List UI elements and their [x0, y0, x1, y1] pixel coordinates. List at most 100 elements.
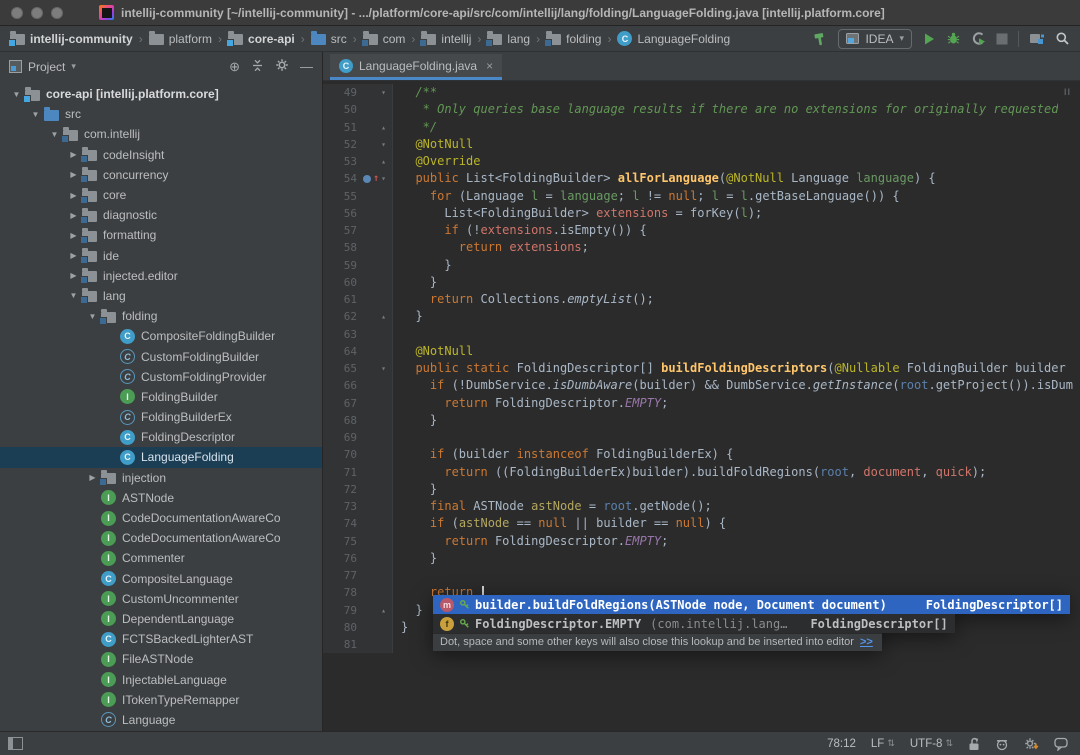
code-text[interactable] — [393, 326, 401, 343]
tree-item-injected-editor[interactable]: ▶ injected.editor — [0, 266, 322, 286]
tree-item-injection[interactable]: ▶ injection — [0, 468, 322, 488]
gutter-line-number[interactable]: 51 — [323, 119, 361, 136]
tree-item-diagnostic[interactable]: ▶ diagnostic — [0, 205, 322, 225]
fold-marker-icon[interactable]: ▾ — [381, 84, 386, 101]
tree-item-foldingbuilderex[interactable]: C FoldingBuilderEx — [0, 407, 322, 427]
code-text[interactable]: return Collections.emptyList(); — [393, 291, 654, 308]
gutter-line-number[interactable]: 50 — [323, 101, 361, 118]
fold-marker-icon[interactable]: ▴ — [381, 153, 386, 170]
fold-marker-icon[interactable]: ▴ — [381, 308, 386, 325]
fold-marker-icon[interactable]: ▾ — [381, 360, 386, 377]
code-text[interactable]: } — [393, 412, 437, 429]
tree-item-commenter[interactable]: I Commenter — [0, 548, 322, 568]
debug-button[interactable] — [946, 31, 961, 46]
tree-item-dependentlanguage[interactable]: I DependentLanguage — [0, 609, 322, 629]
gutter-line-number[interactable]: 55 — [323, 188, 361, 205]
gutter-line-number[interactable]: 52 — [323, 136, 361, 153]
tree-item-formatting[interactable]: ▶ formatting — [0, 225, 322, 245]
gutter-line-number[interactable]: 63 — [323, 326, 361, 343]
gutter-line-number[interactable]: 75 — [323, 533, 361, 550]
code-text[interactable]: @Override — [393, 153, 480, 170]
breadcrumb-item-com[interactable]: com — [360, 31, 408, 47]
search-everywhere-button[interactable] — [1055, 31, 1070, 46]
project-structure-button[interactable] — [1029, 31, 1045, 46]
tree-item-foldingdescriptor[interactable]: C FoldingDescriptor — [0, 427, 322, 447]
gutter-line-number[interactable]: 72 — [323, 481, 361, 498]
code-text[interactable]: public static FoldingDescriptor[] buildF… — [393, 360, 1065, 377]
code-text[interactable]: * Only queries base language results if … — [393, 101, 1059, 118]
gutter-line-number[interactable]: 79 — [323, 602, 361, 619]
gutter-line-number[interactable]: 81 — [323, 636, 361, 653]
close-window-button[interactable] — [11, 6, 23, 19]
gutter-line-number[interactable]: 73 — [323, 498, 361, 515]
breadcrumb-item-intellij-community[interactable]: intellij-community — [8, 31, 135, 47]
gutter-line-number[interactable]: 68 — [323, 412, 361, 429]
gutter-line-number[interactable]: 80 — [323, 619, 361, 636]
completion-item[interactable]: m builder.buildFoldRegions(ASTNode node, … — [433, 595, 1070, 614]
code-text[interactable]: for (Language l = language; l != null; l… — [393, 188, 900, 205]
tree-item-itokentyperemapper[interactable]: I ITokenTypeRemapper — [0, 690, 322, 710]
encoding-widget[interactable]: UTF-8 ⇅ — [910, 738, 953, 750]
completion-hint-link[interactable]: >> — [860, 636, 873, 648]
tree-item-codedocumentationawareco[interactable]: I CodeDocumentationAwareCo — [0, 508, 322, 528]
code-text[interactable] — [393, 567, 401, 584]
breadcrumb-item-folding[interactable]: folding — [544, 31, 603, 47]
gutter-line-number[interactable]: 59 — [323, 257, 361, 274]
tree-item-languagefolding[interactable]: C LanguageFolding — [0, 447, 322, 468]
code-text[interactable]: } — [393, 619, 408, 636]
hide-panel-button[interactable]: — — [300, 60, 313, 73]
tree-item-customuncommenter[interactable]: I CustomUncommenter — [0, 589, 322, 609]
breadcrumb-item-languagefolding[interactable]: C LanguageFolding — [615, 30, 732, 47]
gutter-line-number[interactable]: 60 — [323, 274, 361, 291]
code-text[interactable]: return FoldingDescriptor.EMPTY; — [393, 395, 668, 412]
code-text[interactable]: if (astNode == null || builder == null) … — [393, 515, 726, 532]
build-hammer-icon[interactable] — [812, 31, 828, 47]
code-text[interactable]: } — [393, 481, 437, 498]
close-tab-icon[interactable]: × — [486, 59, 493, 73]
code-text[interactable]: public List<FoldingBuilder> allForLangua… — [393, 170, 935, 187]
gutter-line-number[interactable]: 49 — [323, 84, 361, 101]
tree-expand-arrow-icon[interactable]: ▼ — [27, 110, 44, 119]
gutter-line-number[interactable]: 58 — [323, 239, 361, 256]
collapse-all-button[interactable] — [251, 59, 264, 75]
gutter-line-number[interactable]: 77 — [323, 567, 361, 584]
toolwindow-toggle-icon[interactable] — [8, 737, 23, 750]
code-text[interactable] — [393, 636, 401, 653]
code-text[interactable]: final ASTNode astNode = root.getNode(); — [393, 498, 712, 515]
run-button[interactable] — [922, 32, 936, 46]
notifications-bubble-icon[interactable] — [1054, 737, 1068, 751]
tree-item-compositefoldingbuilder[interactable]: C CompositeFoldingBuilder — [0, 326, 322, 346]
tree-item-codeinsight[interactable]: ▶ codeInsight — [0, 145, 322, 165]
code-text[interactable]: return FoldingDescriptor.EMPTY; — [393, 533, 668, 550]
code-text[interactable] — [393, 429, 401, 446]
zoom-window-button[interactable] — [51, 6, 63, 19]
gutter-line-number[interactable]: 53 — [323, 153, 361, 170]
tree-item-injectablelanguage[interactable]: I InjectableLanguage — [0, 669, 322, 689]
tree-item-customfoldingbuilder[interactable]: C CustomFoldingBuilder — [0, 346, 322, 366]
fold-marker-icon[interactable]: ▾ — [381, 170, 386, 187]
stop-button[interactable] — [996, 33, 1008, 45]
code-text[interactable]: /** — [393, 84, 437, 101]
code-text[interactable]: } — [393, 308, 422, 325]
tree-item-foldingbuilder[interactable]: I FoldingBuilder — [0, 387, 322, 407]
tree-item-customfoldingprovider[interactable]: C CustomFoldingProvider — [0, 367, 322, 387]
breadcrumb-item-lang[interactable]: lang — [485, 31, 532, 47]
update-available-icon[interactable] — [1024, 737, 1039, 751]
project-view-selector[interactable]: Project ▾ — [9, 60, 76, 74]
locate-file-button[interactable]: ⊕ — [229, 60, 240, 73]
tree-item-core[interactable]: ▶ core — [0, 185, 322, 205]
tree-item-astnode[interactable]: I ASTNode — [0, 488, 322, 508]
gutter-line-number[interactable]: 71 — [323, 464, 361, 481]
breadcrumb-item-core-api[interactable]: core-api — [226, 31, 297, 47]
tree-item-fctsbackedlighterast[interactable]: C FCTSBackedLighterAST — [0, 629, 322, 649]
gutter-line-number[interactable]: 74 — [323, 515, 361, 532]
fold-marker-icon[interactable]: ▾ — [381, 136, 386, 153]
gutter-line-number[interactable]: 78 — [323, 584, 361, 601]
code-text[interactable]: } — [393, 602, 422, 619]
gutter-line-number[interactable]: 76 — [323, 550, 361, 567]
hector-inspection-icon[interactable] — [995, 737, 1009, 751]
editor-tab-languagefolding[interactable]: C LanguageFolding.java × — [330, 54, 503, 80]
tree-item-language[interactable]: C Language — [0, 710, 322, 730]
line-separator-widget[interactable]: LF ⇅ — [871, 738, 895, 750]
gutter-line-number[interactable]: 70 — [323, 446, 361, 463]
